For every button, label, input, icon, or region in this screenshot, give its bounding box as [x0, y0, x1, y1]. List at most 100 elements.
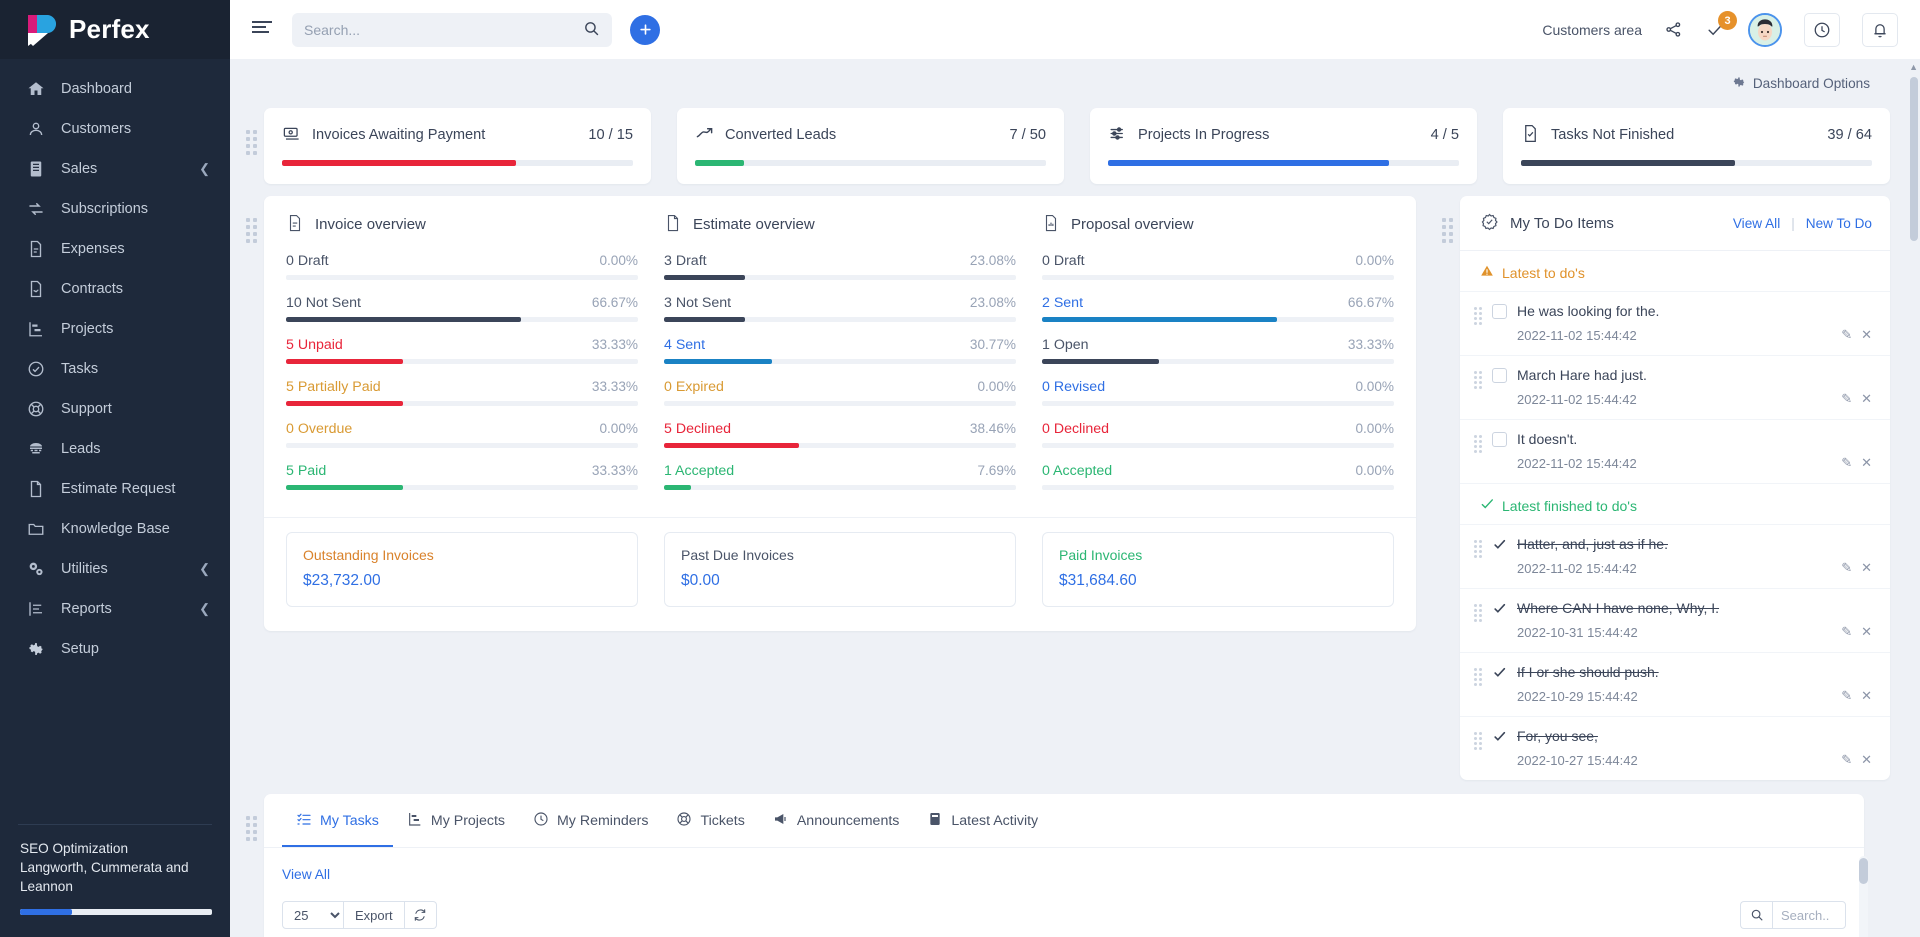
sidebar-item-label: Customers: [61, 121, 210, 137]
tab-latest-activity[interactable]: Latest Activity: [913, 794, 1052, 847]
todo-item[interactable]: He was looking for the. 2022-11-02 15:44…: [1460, 291, 1890, 355]
close-icon[interactable]: ✕: [1861, 560, 1872, 576]
kpi-card-invoices-awaiting-payment[interactable]: Invoices Awaiting Payment 10 / 15: [264, 108, 651, 184]
todo-item[interactable]: March Hare had just. 2022-11-02 15:44:42…: [1460, 355, 1890, 419]
sidebar-item-projects[interactable]: Projects: [0, 309, 230, 349]
todo-item[interactable]: It doesn't. 2022-11-02 15:44:42 ✎✕: [1460, 419, 1890, 483]
close-icon[interactable]: ✕: [1861, 624, 1872, 640]
sidebar-item-utilities[interactable]: Utilities ❮: [0, 549, 230, 589]
todo-item[interactable]: For, you see, 2022-10-27 15:44:42 ✎✕: [1460, 716, 1890, 780]
global-search[interactable]: [292, 13, 612, 47]
menu-toggle-icon[interactable]: [252, 20, 274, 39]
sidebar-item-sales[interactable]: Sales ❮: [0, 149, 230, 189]
edit-icon[interactable]: ✎: [1841, 391, 1852, 407]
drag-handle[interactable]: [1474, 668, 1482, 686]
brand[interactable]: Perfex: [0, 0, 230, 59]
sidebar-item-expenses[interactable]: Expenses: [0, 229, 230, 269]
edit-icon[interactable]: ✎: [1841, 455, 1852, 471]
file-icon: [664, 214, 682, 235]
drag-handle[interactable]: [1442, 218, 1456, 243]
todo-checkbox[interactable]: [1492, 665, 1507, 680]
table-search-input[interactable]: [1772, 901, 1846, 929]
todo-new-link[interactable]: New To Do: [1806, 216, 1872, 231]
avatar[interactable]: [1748, 13, 1782, 47]
edit-icon[interactable]: ✎: [1841, 560, 1852, 576]
todo-date: 2022-10-29 15:44:42: [1517, 689, 1831, 704]
refresh-button[interactable]: [405, 901, 437, 929]
kpi-card-converted-leads[interactable]: Converted Leads 7 / 50: [677, 108, 1064, 184]
close-icon[interactable]: ✕: [1861, 455, 1872, 471]
edit-icon[interactable]: ✎: [1841, 624, 1852, 640]
edit-icon[interactable]: ✎: [1841, 688, 1852, 704]
todo-checkbox[interactable]: [1492, 601, 1507, 616]
drag-handle[interactable]: [1474, 435, 1482, 453]
drag-handle[interactable]: [1474, 307, 1482, 325]
summary-card-paid-invoices[interactable]: Paid Invoices $31,684.60: [1042, 532, 1394, 607]
share-icon[interactable]: [1664, 20, 1683, 39]
drag-handle[interactable]: [1474, 371, 1482, 389]
edit-icon[interactable]: ✎: [1841, 327, 1852, 343]
sidebar-item-subscriptions[interactable]: Subscriptions: [0, 189, 230, 229]
table-search[interactable]: [1740, 901, 1846, 929]
check-badge-icon: [1480, 212, 1499, 234]
tab-my-tasks[interactable]: My Tasks: [282, 794, 393, 847]
sidebar-item-estimate-request[interactable]: Estimate Request: [0, 469, 230, 509]
todo-checkbox[interactable]: [1492, 432, 1507, 447]
drag-handle[interactable]: [1474, 732, 1482, 750]
close-icon[interactable]: ✕: [1861, 327, 1872, 343]
todo-item[interactable]: Where CAN I have none, Why, I. 2022-10-3…: [1460, 588, 1890, 652]
kpi-card-projects-in-progress[interactable]: Projects In Progress 4 / 5: [1090, 108, 1477, 184]
sidebar-item-customers[interactable]: Customers: [0, 109, 230, 149]
todo-checkbox[interactable]: [1492, 729, 1507, 744]
todo-checkbox[interactable]: [1492, 537, 1507, 552]
table-scrollbar-thumb[interactable]: [1859, 858, 1868, 884]
todo-item[interactable]: If I or she should push. 2022-10-29 15:4…: [1460, 652, 1890, 716]
customers-area-link[interactable]: Customers area: [1542, 22, 1642, 38]
overview-row: 1 Open33.33%: [1042, 337, 1394, 364]
tab-my-reminders[interactable]: My Reminders: [519, 794, 662, 847]
search-icon[interactable]: [583, 20, 600, 40]
page-size-select[interactable]: 25 50 100: [282, 901, 344, 929]
export-button[interactable]: Export: [344, 901, 405, 929]
sidebar-item-contracts[interactable]: Contracts: [0, 269, 230, 309]
todo-view-all-link[interactable]: View All: [1733, 216, 1780, 231]
scroll-up-arrow-icon[interactable]: ▲: [1909, 62, 1918, 72]
sidebar-item-support[interactable]: Support: [0, 389, 230, 429]
notifications-button[interactable]: [1862, 13, 1898, 47]
drag-handle[interactable]: [246, 130, 260, 155]
close-icon[interactable]: ✕: [1861, 391, 1872, 407]
sidebar-item-setup[interactable]: Setup: [0, 629, 230, 669]
overview-row: 0 Accepted0.00%: [1042, 463, 1394, 490]
summary-card-outstanding-invoices[interactable]: Outstanding Invoices $23,732.00: [286, 532, 638, 607]
todo-checkbox[interactable]: [1492, 304, 1507, 319]
sidebar-item-leads[interactable]: Leads: [0, 429, 230, 469]
drag-handle[interactable]: [1474, 540, 1482, 558]
drag-handle[interactable]: [246, 816, 260, 841]
tab-tickets[interactable]: Tickets: [662, 794, 758, 847]
quick-create-button[interactable]: [630, 15, 660, 45]
sidebar-item-tasks[interactable]: Tasks: [0, 349, 230, 389]
summary-card-past-due-invoices[interactable]: Past Due Invoices $0.00: [664, 532, 1016, 607]
sidebar-item-dashboard[interactable]: Dashboard: [0, 69, 230, 109]
timer-button[interactable]: [1804, 13, 1840, 47]
kpi-card-tasks-not-finished[interactable]: Tasks Not Finished 39 / 64: [1503, 108, 1890, 184]
tab-my-projects[interactable]: My Projects: [393, 794, 519, 847]
drag-handle[interactable]: [246, 218, 260, 243]
close-icon[interactable]: ✕: [1861, 752, 1872, 768]
search-input[interactable]: [304, 22, 575, 38]
close-icon[interactable]: ✕: [1861, 688, 1872, 704]
drag-handle[interactable]: [1474, 604, 1482, 622]
sidebar-current-project[interactable]: SEO Optimization Langworth, Cummerata an…: [18, 824, 212, 915]
sidebar-item-knowledge-base[interactable]: Knowledge Base: [0, 509, 230, 549]
todo-text: Where CAN I have none, Why, I.: [1517, 600, 1719, 616]
table-view-all-link[interactable]: View All: [282, 867, 330, 882]
dashboard-options-button[interactable]: Dashboard Options: [1718, 67, 1884, 100]
todo-checkbox[interactable]: [1492, 368, 1507, 383]
edit-icon[interactable]: ✎: [1841, 752, 1852, 768]
sidebar-item-reports[interactable]: Reports ❮: [0, 589, 230, 629]
page-scrollbar-thumb[interactable]: [1910, 77, 1918, 241]
tab-announcements[interactable]: Announcements: [759, 794, 914, 847]
todo-item[interactable]: Hatter, and, just as if he. 2022-11-02 1…: [1460, 524, 1890, 588]
brand-name: Perfex: [69, 14, 150, 45]
todo-check-icon[interactable]: 3: [1705, 20, 1726, 39]
